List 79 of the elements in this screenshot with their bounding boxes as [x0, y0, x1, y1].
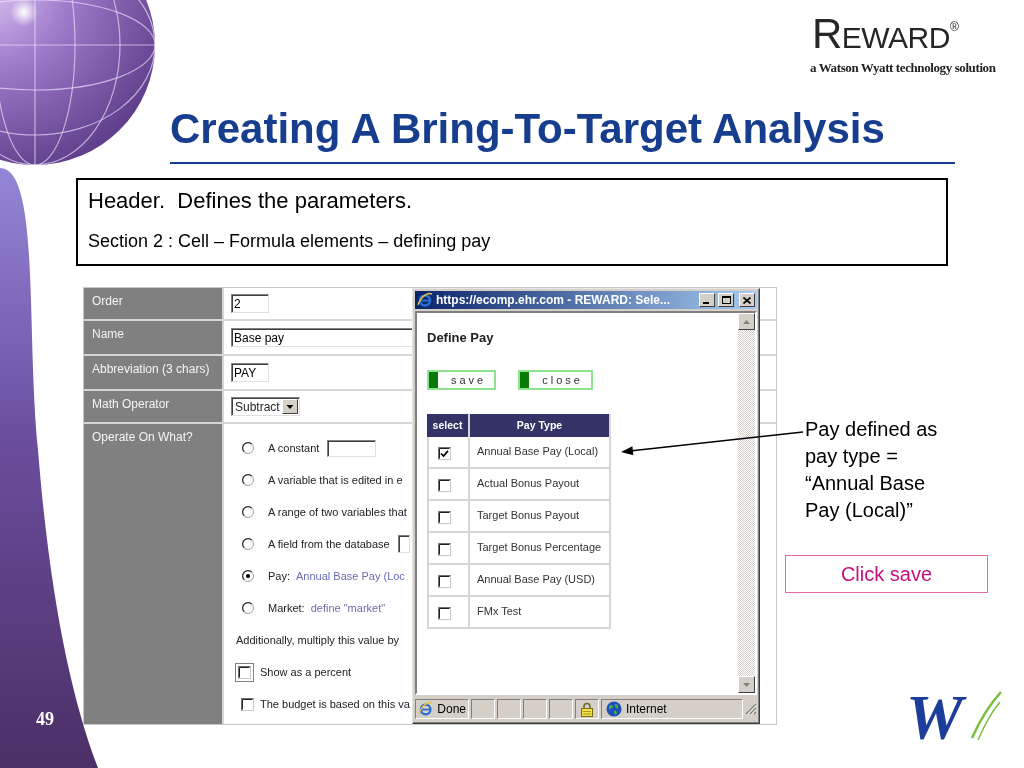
- radio-button[interactable]: [242, 602, 254, 614]
- close-button[interactable]: [739, 293, 755, 307]
- option-link[interactable]: define "market": [310, 599, 386, 617]
- operator-select[interactable]: Subtract: [231, 397, 300, 416]
- multiply-note: Additionally, multiply this value by: [236, 632, 400, 648]
- checkbox[interactable]: [438, 543, 451, 556]
- maximize-icon: [721, 296, 731, 304]
- option-label: Pay:: [268, 568, 290, 584]
- text-input[interactable]: 2: [231, 294, 269, 313]
- globe-icon: [606, 701, 622, 717]
- window-title: https://ecomp.ehr.com - REWARD: Sele...: [436, 293, 672, 307]
- radio-button[interactable]: [242, 538, 254, 550]
- resize-grip-icon: [745, 703, 757, 715]
- column-header: select: [427, 414, 470, 437]
- database-select[interactable]: [397, 535, 410, 553]
- status-pane: [523, 699, 547, 719]
- checkbox[interactable]: [438, 575, 451, 588]
- radio-button[interactable]: [242, 570, 254, 582]
- slide-title: Creating A Bring-To-Target Analysis: [170, 106, 885, 152]
- table-cell-text: Actual Bonus Payout: [476, 476, 581, 490]
- dropdown-arrow-icon: [281, 399, 298, 414]
- option-label: A field from the database: [268, 536, 390, 552]
- caret-up-icon: [743, 319, 750, 324]
- status-text: Done: [437, 702, 466, 716]
- radio-button[interactable]: [242, 506, 254, 518]
- radio-button[interactable]: [242, 442, 254, 454]
- annotation-text: Pay defined as pay type = “Annual Base Pay (Local)”: [805, 417, 939, 523]
- text-input[interactable]: Base pay: [231, 328, 413, 347]
- maximize-button[interactable]: [718, 293, 734, 307]
- scroll-up-button[interactable]: [738, 313, 755, 330]
- save-button[interactable]: save: [427, 370, 497, 390]
- company-logo: W: [906, 688, 1002, 748]
- table-cell-text: Target Bonus Percentage: [476, 540, 603, 554]
- padlock-icon: [581, 701, 593, 717]
- field-label: Operate On What?: [84, 424, 224, 724]
- checkbox[interactable]: [438, 607, 451, 620]
- checkbox-label: The budget is based on this va: [260, 696, 410, 712]
- constant-input[interactable]: [327, 439, 377, 457]
- option-link[interactable]: Annual Base Pay (Loc: [296, 567, 405, 585]
- close-icon: [743, 296, 751, 304]
- callout: Click save: [785, 555, 988, 593]
- field-label: Abbreviation (3 chars): [84, 356, 224, 391]
- text-input[interactable]: PAY: [231, 363, 269, 382]
- logo-wordmark: REWARD$^{®}$: [812, 12, 959, 56]
- field-label: Order: [84, 288, 224, 321]
- table-cell-text: Annual Base Pay (USD): [476, 572, 596, 586]
- checkbox[interactable]: [438, 511, 451, 524]
- checkbox-label: Show as a percent: [260, 664, 352, 680]
- option-label: A constant: [268, 440, 320, 456]
- field-label: Name: [84, 321, 224, 356]
- status-pane: [497, 699, 521, 719]
- table-cell-text: FMx Test: [476, 604, 523, 618]
- table-cell-text: Annual Base Pay (Local): [476, 444, 600, 458]
- section-text: Section 2 : Cell – Formula elements – defining pay: [88, 230, 491, 252]
- option-label: A range of two variables that: [268, 504, 407, 520]
- minimize-button[interactable]: [699, 293, 715, 307]
- option-label: A variable that is edited in e: [268, 472, 403, 488]
- scrollbar-track[interactable]: [738, 313, 755, 693]
- checkbox[interactable]: [438, 479, 451, 492]
- caret-down-icon: [743, 682, 750, 687]
- option-label: Market:: [268, 600, 305, 616]
- zone-text: Internet: [626, 702, 667, 716]
- status-pane: [549, 699, 573, 719]
- status-pane: [471, 699, 495, 719]
- checkbox[interactable]: [241, 697, 254, 711]
- logo-tagline: a Watson Wyatt technology solution: [810, 61, 996, 75]
- header-text: Header. Defines the parameters.: [88, 188, 413, 214]
- radio-button[interactable]: [242, 474, 254, 486]
- column-header: Pay Type: [470, 414, 611, 437]
- browser-icon: [418, 701, 434, 717]
- close-button[interactable]: close: [518, 370, 593, 390]
- checkbox[interactable]: [438, 447, 451, 460]
- browser-icon: [417, 292, 433, 308]
- field-label: Math Operator: [84, 391, 224, 424]
- table-cell-text: Target Bonus Payout: [476, 508, 581, 522]
- popup-heading: Define Pay: [427, 330, 494, 346]
- page-number: 49: [36, 709, 54, 729]
- checkbox[interactable]: [235, 662, 254, 682]
- scroll-down-button[interactable]: [738, 676, 755, 693]
